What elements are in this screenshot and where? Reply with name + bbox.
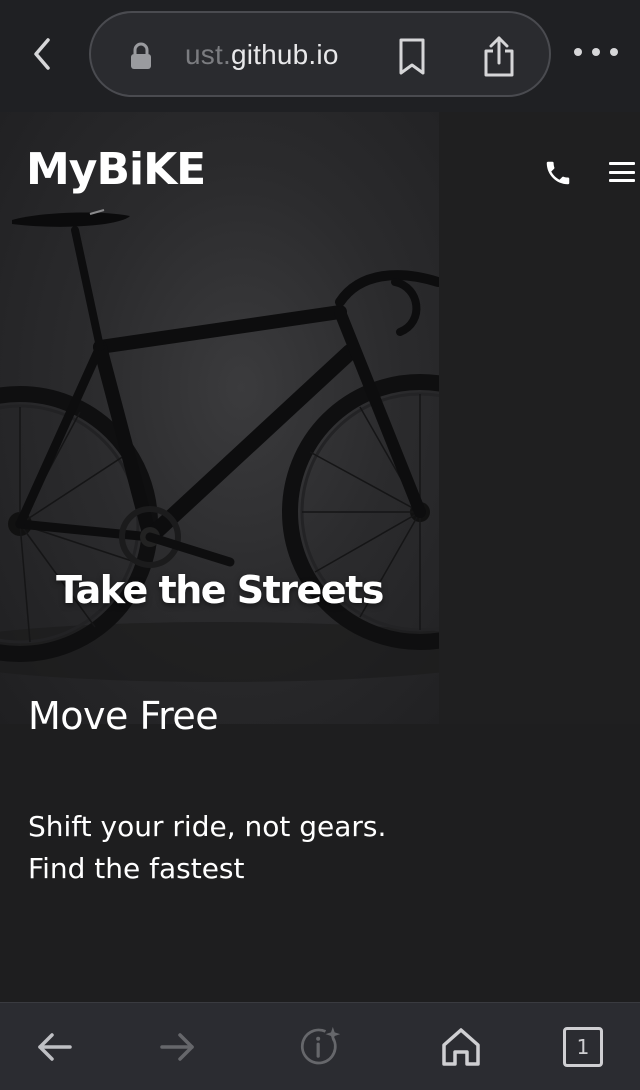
phone-icon[interactable]: [543, 158, 573, 188]
address-bar[interactable]: ust.github.io: [89, 11, 551, 97]
lock-icon: [131, 42, 151, 69]
tab-count-label: 1: [576, 1035, 590, 1059]
url-domain: github.io: [230, 39, 339, 70]
hero-banner: MyBiKE Take the Streets: [0, 112, 439, 724]
browser-bottom-toolbar: 1: [0, 1002, 640, 1090]
more-dot: [574, 48, 582, 56]
info-sparkle-icon: [300, 1026, 341, 1065]
arrow-right-icon: [160, 1033, 194, 1061]
hamburger-line: [609, 179, 635, 182]
more-dot: [592, 48, 600, 56]
home-icon: [442, 1028, 480, 1066]
browser-top-bar: ust.github.io: [0, 0, 640, 112]
home-button[interactable]: [439, 1025, 483, 1069]
section-body-text: Shift your ride, not gears. Find the fas…: [28, 810, 387, 885]
url-text: ust.github.io: [185, 39, 339, 71]
nav-forward-button[interactable]: [155, 1025, 199, 1069]
hero-side-panel: [439, 112, 640, 724]
hamburger-icon: [609, 162, 635, 165]
more-dot: [610, 48, 618, 56]
hero-title: Take the Streets: [56, 568, 384, 612]
bicycle-image: [0, 209, 439, 682]
more-options-button[interactable]: [574, 40, 618, 64]
section-title: Move Free: [28, 694, 219, 738]
share-icon[interactable]: [481, 35, 517, 79]
url-faded-part: ust.: [185, 39, 231, 70]
hamburger-menu-button[interactable]: [609, 162, 635, 182]
nav-back-button[interactable]: [33, 1025, 77, 1069]
bookmark-icon[interactable]: [395, 37, 429, 77]
site-info-button[interactable]: [298, 1025, 342, 1069]
site-logo[interactable]: MyBiKE: [26, 144, 206, 195]
hamburger-line: [609, 170, 635, 174]
chevron-left-icon: [34, 38, 50, 70]
browser-back-button[interactable]: [22, 34, 62, 74]
arrow-left-icon: [38, 1033, 72, 1061]
tabs-button[interactable]: 1: [563, 1027, 603, 1067]
